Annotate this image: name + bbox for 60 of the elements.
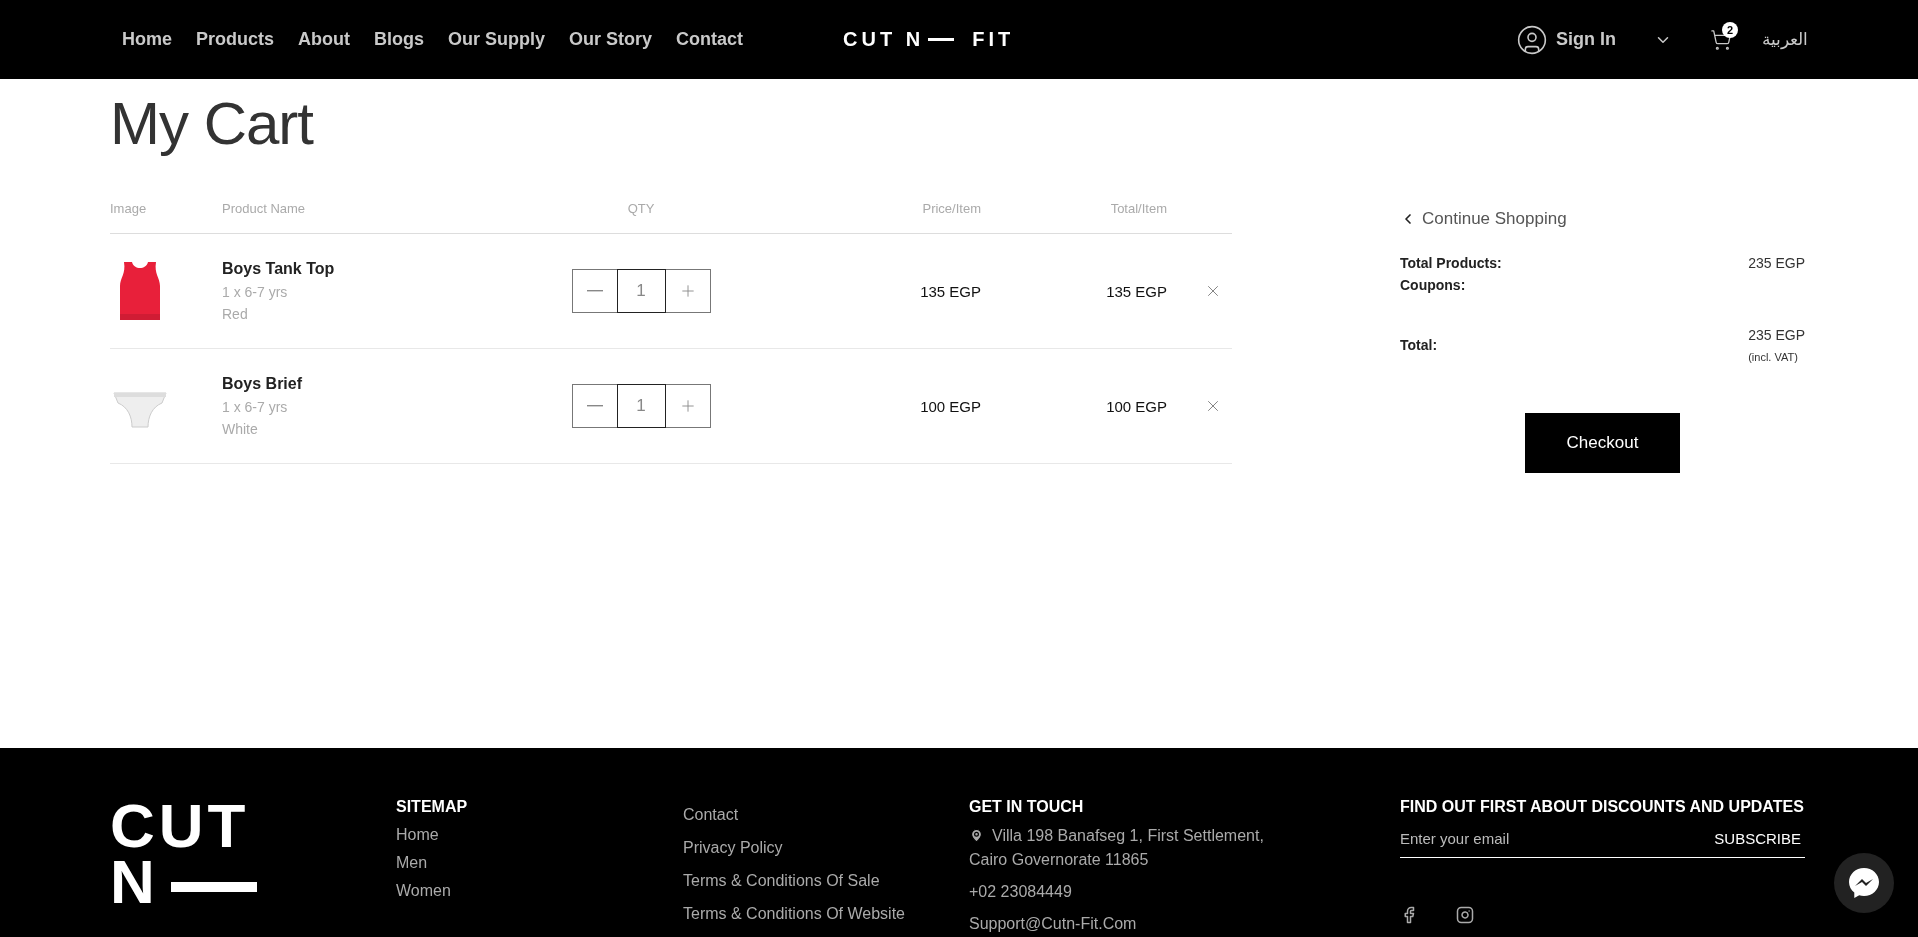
nav-link[interactable]: Our Supply <box>448 29 546 50</box>
product-color: White <box>222 421 259 437</box>
nav-link[interactable]: About <box>298 29 350 50</box>
cart-count-badge: 2 <box>1722 21 1738 38</box>
quantity-field[interactable]: 1 <box>616 269 666 313</box>
instagram-icon[interactable] <box>1456 906 1474 924</box>
footer-heading: SITEMAP <box>396 798 469 816</box>
continue-shopping-link[interactable]: Continue Shopping <box>1400 209 1805 229</box>
item-price: 135 EGP <box>919 282 981 300</box>
product-color: Red <box>222 306 249 322</box>
nav-link[interactable]: Home <box>122 29 172 50</box>
column-header: Price/Item <box>921 201 981 216</box>
footer-logo: CUT N <box>110 798 396 937</box>
cart-icon[interactable] <box>1710 28 1732 51</box>
nav-link[interactable]: Our Story <box>569 29 653 50</box>
nav-link[interactable]: Contact <box>676 29 744 50</box>
item-total: 135 EGP <box>1105 282 1167 300</box>
nav-link[interactable]: Blogs <box>374 29 425 50</box>
footer-link[interactable]: Terms & Conditions Of Website <box>683 905 969 923</box>
address-text: Villa 198 Banafseg 1, First Settlement, Cairo Governorate 11865 <box>969 826 1265 870</box>
footer-link[interactable]: Terms & Conditions Of Sale <box>683 872 969 890</box>
chat-bubble-icon <box>1847 866 1881 900</box>
footer-heading: GET IN TOUCH <box>969 798 1085 816</box>
summary-value: 235 EGP <box>1748 255 1805 273</box>
quantity-field[interactable]: 1 <box>616 384 666 428</box>
vat-note: (incl. VAT) <box>1748 351 1799 363</box>
item-price: 100 EGP <box>919 397 981 415</box>
column-header: QTY <box>626 201 656 216</box>
item-total: 100 EGP <box>1105 397 1167 415</box>
location-icon <box>969 828 984 843</box>
product-size: 1 x 6-7 yrs <box>222 284 289 300</box>
email-link[interactable]: Support@Cutn-Fit.Com <box>969 912 1279 936</box>
total-value: 235 EGP <box>1748 327 1805 343</box>
minus-icon <box>586 290 603 292</box>
footer-link[interactable]: Privacy Policy <box>683 839 969 857</box>
email-field[interactable]: Enter your email SUBSCRIBE <box>1400 824 1805 858</box>
footer-link[interactable]: Contact <box>683 806 969 824</box>
checkout-button[interactable]: Checkout <box>1525 413 1680 473</box>
subscribe-button[interactable]: SUBSCRIBE <box>1710 830 1805 847</box>
nav-link[interactable]: Products <box>196 29 275 50</box>
logo[interactable]: CUT N FIT <box>843 28 1015 51</box>
footer-link[interactable]: Women <box>396 882 683 900</box>
column-header: Total/Item <box>1109 201 1167 216</box>
footer-link[interactable]: Men <box>396 854 683 872</box>
footer-heading: FIND OUT FIRST ABOUT DISCOUNTS AND UPDATES <box>1400 798 1805 816</box>
column-header: Product Name <box>222 201 307 216</box>
language-link[interactable]: العربية <box>1762 29 1808 50</box>
product-name: Boys Brief <box>222 375 304 393</box>
phone-text: +02 23084449 <box>969 882 1073 902</box>
total-label: Total: <box>1400 337 1438 353</box>
product-size: 1 x 6-7 yrs <box>222 399 289 415</box>
minus-icon <box>586 405 603 407</box>
user-icon <box>1516 23 1548 56</box>
column-header: Image <box>110 201 148 216</box>
page-title: My Cart <box>110 89 315 158</box>
product-name: Boys Tank Top <box>222 260 336 278</box>
footer-link[interactable]: Home <box>396 826 683 844</box>
summary-label: Coupons: <box>1400 277 1466 295</box>
sign-in-link[interactable]: Sign In <box>1516 23 1616 56</box>
summary-label: Total Products: <box>1400 255 1502 273</box>
